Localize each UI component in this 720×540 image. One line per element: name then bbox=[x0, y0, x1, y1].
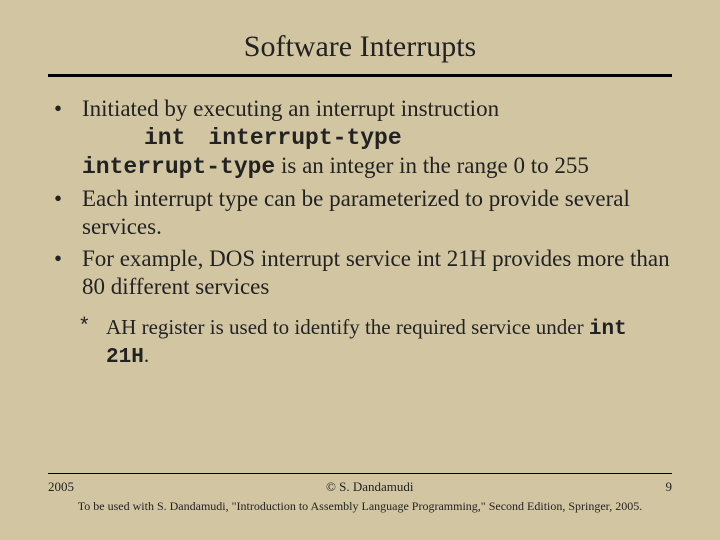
title-rule bbox=[48, 74, 672, 77]
bullet-3: • For example, DOS interrupt service int… bbox=[48, 245, 672, 301]
bullet-1: • Initiated by executing an interrupt in… bbox=[48, 95, 672, 181]
bullet-2-text: Each interrupt type can be parameterized… bbox=[82, 185, 672, 241]
sub-bullet-content: AH register is used to identify the requ… bbox=[106, 315, 672, 370]
sub-text-pre: AH register is used to identify the requ… bbox=[106, 315, 589, 339]
bullet-1-syntax: int interrupt-type bbox=[82, 123, 672, 152]
bullet-mark: • bbox=[48, 185, 82, 241]
sub-text-post: . bbox=[144, 343, 149, 367]
footer-page: 9 bbox=[665, 479, 672, 495]
bullet-1-range-code: interrupt-type bbox=[82, 154, 275, 180]
bullet-1-intro: Initiated by executing an interrupt inst… bbox=[82, 96, 499, 121]
bullet-mark: • bbox=[48, 95, 82, 181]
syntax-arg: interrupt-type bbox=[208, 125, 401, 151]
syntax-keyword: int bbox=[144, 125, 185, 151]
footer-copyright: © S. Dandamudi bbox=[326, 479, 414, 495]
slide-body: • Initiated by executing an interrupt in… bbox=[48, 95, 672, 371]
footer-year: 2005 bbox=[48, 479, 74, 495]
bullet-2: • Each interrupt type can be parameteriz… bbox=[48, 185, 672, 241]
sub-bullet-mark: * bbox=[48, 315, 106, 370]
bullet-mark: • bbox=[48, 245, 82, 301]
footer-row: 2005 © S. Dandamudi 9 bbox=[48, 479, 672, 495]
bullet-1-range-text: is an integer in the range 0 to 255 bbox=[275, 153, 589, 178]
bullet-content: Initiated by executing an interrupt inst… bbox=[82, 95, 672, 181]
slide-title: Software Interrupts bbox=[48, 30, 672, 64]
bullet-3-text: For example, DOS interrupt service int 2… bbox=[82, 245, 672, 301]
footer: 2005 © S. Dandamudi 9 To be used with S.… bbox=[48, 479, 672, 514]
slide: Software Interrupts • Initiated by execu… bbox=[0, 0, 720, 540]
sub-bullet: * AH register is used to identify the re… bbox=[48, 315, 672, 370]
footer-citation: To be used with S. Dandamudi, "Introduct… bbox=[48, 499, 672, 514]
footer-rule bbox=[48, 473, 672, 474]
